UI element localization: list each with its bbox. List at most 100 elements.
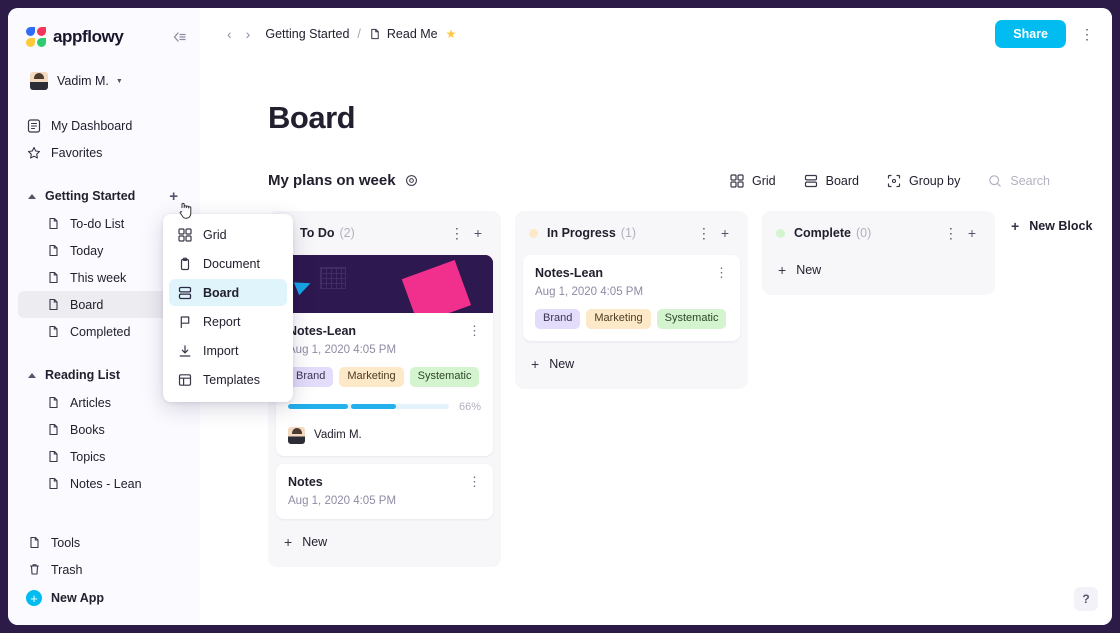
plus-icon: + <box>531 355 540 372</box>
column-more-icon[interactable]: ⋮ <box>445 226 469 240</box>
column-new-card-button[interactable]: + New <box>276 527 493 557</box>
banner-grid-icon <box>320 267 346 289</box>
sidebar-item-label: Today <box>70 243 104 258</box>
document-icon <box>45 217 61 230</box>
help-button[interactable]: ? <box>1074 587 1098 611</box>
document-icon <box>45 477 61 490</box>
progress-bar <box>288 404 449 410</box>
menu-item-label: Import <box>203 343 239 358</box>
chevron-down-icon[interactable]: ▼ <box>116 78 123 85</box>
sidebar-item-tools[interactable]: Tools <box>18 529 190 556</box>
column-more-icon[interactable]: ⋮ <box>692 226 716 240</box>
sidebar-item-trash[interactable]: Trash <box>18 556 190 583</box>
column-count: (0) <box>855 226 872 240</box>
search-input[interactable]: Search <box>988 174 1050 188</box>
column-new-card-button[interactable]: + New <box>523 349 740 379</box>
sidebar-item-label: Articles <box>70 395 111 410</box>
add-page-button[interactable]: + <box>165 189 182 204</box>
share-button[interactable]: Share <box>995 20 1066 48</box>
tag: Systematic <box>409 367 480 387</box>
card-more-icon[interactable]: ⋮ <box>715 266 728 279</box>
menu-item-label: Board <box>203 285 240 300</box>
column-add-card-icon[interactable]: + <box>716 226 734 240</box>
column-header: To Do (2) ⋮ + <box>276 219 493 247</box>
sidebar-item-label: Trash <box>51 562 83 577</box>
menu-item-label: Document <box>203 256 260 271</box>
chevron-left-icon[interactable]: ‹ <box>220 27 239 41</box>
document-icon <box>369 28 381 40</box>
triangle-up-icon <box>28 193 36 199</box>
new-label: New <box>302 534 328 549</box>
new-app-button[interactable]: + New App <box>18 583 190 613</box>
chevron-right-icon[interactable]: › <box>239 27 258 41</box>
more-options-icon[interactable]: ⋮ <box>1080 27 1094 41</box>
view-tools: Grid Board Group by Search <box>702 174 1050 188</box>
column-add-card-icon[interactable]: + <box>469 226 487 240</box>
sidebar-item-label: To-do List <box>70 216 125 231</box>
card-date: Aug 1, 2020 4:05 PM <box>535 286 644 298</box>
new-label: New <box>549 356 575 371</box>
card-more-icon[interactable]: ⋮ <box>468 324 481 337</box>
card-tags: Brand Marketing Systematic <box>535 309 728 329</box>
board-card[interactable]: Notes ⋮ Aug 1, 2020 4:05 PM <box>276 463 493 519</box>
sidebar-item-my-dashboard[interactable]: My Dashboard <box>18 112 190 139</box>
user-profile-row[interactable]: Vadim M. ▼ <box>8 62 200 100</box>
menu-item-label: Templates <box>203 372 260 387</box>
tool-board[interactable]: Board <box>804 174 859 188</box>
new-page-type-menu: Grid Document Board Report Import Templa… <box>163 214 293 402</box>
tool-label: Grid <box>751 173 776 188</box>
status-dot <box>776 228 785 238</box>
menu-item-document[interactable]: Document <box>169 250 287 277</box>
settings-icon[interactable] <box>405 174 418 187</box>
document-icon <box>177 257 193 271</box>
board-card[interactable]: Notes-Lean ⋮ Aug 1, 2020 4:05 PM Brand M… <box>276 255 493 456</box>
tool-grid[interactable]: Grid <box>730 174 776 188</box>
menu-item-board[interactable]: Board <box>169 279 287 306</box>
menu-item-import[interactable]: Import <box>169 337 287 364</box>
sidebar-item-books[interactable]: Books <box>18 416 190 443</box>
menu-item-label: Grid <box>203 227 227 242</box>
sidebar-group-getting-started[interactable]: Getting Started + <box>18 182 190 210</box>
menu-item-report[interactable]: Report <box>169 308 287 335</box>
breadcrumb-current[interactable]: Read Me <box>369 27 438 41</box>
new-app-label: New App <box>51 591 105 605</box>
import-icon <box>177 344 193 358</box>
card-date: Aug 1, 2020 4:05 PM <box>288 344 397 356</box>
board-column-complete: Complete (0) ⋮ + + New <box>762 211 995 295</box>
column-count: (2) <box>339 226 355 240</box>
card-date: Aug 1, 2020 4:05 PM <box>288 494 397 507</box>
tag: Marketing <box>339 367 404 387</box>
collapse-sidebar-icon[interactable] <box>172 31 186 43</box>
document-icon <box>45 396 61 409</box>
menu-item-grid[interactable]: Grid <box>169 221 287 248</box>
sidebar-item-favorites[interactable]: Favorites <box>18 139 190 166</box>
card-more-icon[interactable]: ⋮ <box>468 475 481 488</box>
tool-group-by[interactable]: Group by <box>887 174 960 188</box>
page-content: Board My plans on week Grid Board Group … <box>200 60 1112 625</box>
sidebar-item-notes-lean[interactable]: Notes - Lean <box>18 470 190 497</box>
column-header: Complete (0) ⋮ + <box>770 219 987 247</box>
card-progress: 66% <box>288 401 481 413</box>
menu-item-templates[interactable]: Templates <box>169 366 287 393</box>
star-icon[interactable]: ★ <box>446 27 457 41</box>
board-card[interactable]: Notes-Lean ⋮ Aug 1, 2020 4:05 PM Brand M… <box>523 255 740 341</box>
search-icon <box>988 174 1002 188</box>
tool-label: Board <box>825 173 859 188</box>
plus-icon: + <box>284 533 293 550</box>
document-icon <box>45 271 61 284</box>
card-title: Notes <box>288 474 323 489</box>
breadcrumb-parent[interactable]: Getting Started <box>265 27 349 41</box>
card-banner-image <box>276 255 493 313</box>
sidebar-group-label: Reading List <box>45 368 121 382</box>
column-add-card-icon[interactable]: + <box>963 226 981 240</box>
search-placeholder: Search <box>1010 173 1050 188</box>
sidebar-item-label: This week <box>70 270 127 285</box>
appflowy-logo-icon <box>26 27 46 48</box>
sidebar-item-topics[interactable]: Topics <box>18 443 190 470</box>
grid-icon <box>730 173 744 188</box>
sidebar-footer: + New App <box>8 583 200 625</box>
column-new-card-button[interactable]: + New <box>770 255 987 285</box>
column-more-icon[interactable]: ⋮ <box>939 226 963 240</box>
new-block-button[interactable]: + New Block <box>1011 219 1092 233</box>
tag: Brand <box>535 309 581 329</box>
